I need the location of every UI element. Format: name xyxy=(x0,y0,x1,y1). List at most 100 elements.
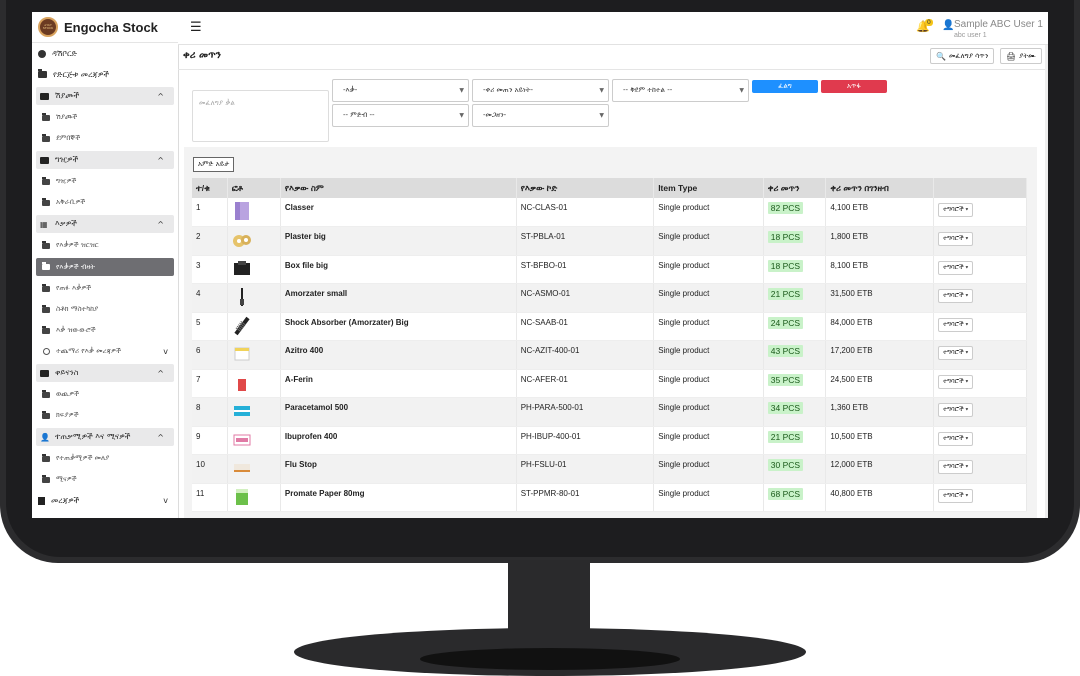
sidebar-item[interactable]: ስቶክ ማስተካከያ xyxy=(32,299,178,320)
sidebar-item[interactable]: ግዢዎች ^ xyxy=(36,151,174,169)
search-input[interactable]: መፈለግያ ቃል xyxy=(192,90,329,142)
actions-cell: ተግባሮች ▾ xyxy=(933,226,1028,256)
sidebar-item[interactable]: የእቃዎች ብዛት xyxy=(36,258,174,276)
column-header[interactable] xyxy=(933,178,1028,198)
actions-dropdown[interactable]: ተግባሮች ▾ xyxy=(937,232,974,246)
product-code: PH-IBUP-400-01 xyxy=(516,426,655,455)
sidebar-item[interactable]: የተጠቃሚዎች መለያ xyxy=(32,448,178,469)
user-icon[interactable]: 👤 xyxy=(942,20,954,31)
sidebar-item[interactable]: ክፍያዎች xyxy=(32,405,178,426)
table-row[interactable]: 8 Paracetamol 500 PH-PARA-500-01 Single pro… xyxy=(192,397,1028,427)
sidebar-item[interactable]: ተጨማሪ የእቃ መረጃዎች v xyxy=(32,341,178,362)
table-header: ተ/ቁ ፎቶ የእቃው ስም የእቃው ኮድ Item Type ቀሪ መጥን ቀሪ መጥን… xyxy=(192,178,1028,198)
table-row[interactable]: 7 A-Ferin NC-AFER-01 Single product 35 PCS 24… xyxy=(192,369,1028,398)
sidebar-item[interactable]: መረጃዎች v xyxy=(32,490,178,511)
actions-dropdown[interactable]: ተግባሮች ▾ xyxy=(937,289,974,303)
sidebar-item[interactable]: ቀይናንስ ^ xyxy=(36,364,174,382)
chevron-down-icon[interactable]: v xyxy=(163,347,168,356)
user-name[interactable]: Sample ABC User 1 xyxy=(954,19,1043,30)
stock-value: 24,500 ETB xyxy=(825,369,934,398)
table-row[interactable]: 11 Promate Paper 80mg ST-PPMR-80-01 Single … xyxy=(192,483,1028,512)
search-button[interactable]: ፈልግ xyxy=(752,80,818,93)
item-type: Single product xyxy=(653,397,764,427)
chevron-up-icon[interactable]: ^ xyxy=(157,156,164,165)
chevron-up-icon[interactable]: ^ xyxy=(157,92,164,101)
chevron-down-icon[interactable]: v xyxy=(163,496,168,505)
product-image xyxy=(232,373,276,393)
sort-select[interactable]: -- ቅደም ተከተል -- ▼ xyxy=(612,79,749,102)
actions-dropdown[interactable]: ተግባሮች ▾ xyxy=(937,317,974,332)
print-button[interactable]: 🖨 ያትሙ xyxy=(1000,48,1042,64)
brand[interactable]: እንጎቻ STOCK Engocha Stock xyxy=(32,12,178,43)
actions-dropdown[interactable]: ተግባሮች ▾ xyxy=(937,346,974,360)
column-header[interactable]: ቀሪ መጥን xyxy=(763,178,827,198)
sidebar-item[interactable]: ዳሽቦርድ xyxy=(32,43,178,64)
actions-cell: ተግባሮች ▾ xyxy=(933,340,1028,370)
category-select[interactable]: -- ምድብ -- ▼ xyxy=(332,104,469,127)
sidebar-item[interactable]: ግዢዎች xyxy=(32,171,178,192)
table-row[interactable]: 3 Box file big ST-BFBO-01 Single product 18 … xyxy=(192,255,1028,284)
scrollbar[interactable] xyxy=(1045,45,1048,518)
chevron-down-icon: ▼ xyxy=(459,87,464,94)
actions-dropdown[interactable]: ተግባሮች ▾ xyxy=(937,374,974,389)
warehouse-select[interactable]: -መጋዘን- ▼ xyxy=(472,104,609,127)
actions-label: ተግባሮች xyxy=(942,206,964,213)
sidebar-item[interactable]: ደምበኞች xyxy=(32,128,178,149)
actions-dropdown[interactable]: ተግባሮች ▾ xyxy=(937,203,974,217)
item-type: Single product xyxy=(653,426,764,455)
sidebar-item[interactable]: ሽያጮች ^ xyxy=(36,87,174,105)
actions-dropdown[interactable]: ተግባሮች ▾ xyxy=(937,488,974,503)
column-header[interactable]: Item Type xyxy=(653,178,764,198)
stock-type-select[interactable]: -ቀሪ መጠን አይነት- ▼ xyxy=(472,79,609,102)
sidebar-item[interactable]: የጠፉ እቃዎች xyxy=(32,278,178,299)
column-header[interactable]: ፎቶ xyxy=(227,178,281,198)
table-row[interactable]: 4 Amorzater small NC-ASMO-01 Single product… xyxy=(192,283,1028,313)
actions-dropdown[interactable]: ተግባሮች ▾ xyxy=(937,431,974,446)
search-icon: 🔍 xyxy=(936,51,946,61)
column-header[interactable]: ተ/ቁ xyxy=(192,178,228,198)
sidebar-item[interactable]: ሚናዎች xyxy=(32,469,178,490)
sidebar-item[interactable]: እቃ ዝውውሮች xyxy=(32,320,178,341)
chevron-up-icon[interactable]: ^ xyxy=(157,433,164,442)
item-type: Single product xyxy=(653,283,764,313)
page-title: ቀሪ መጥን xyxy=(183,50,221,61)
column-header[interactable]: ቀሪ መጥን በገንዘብ xyxy=(825,178,934,198)
sidebar-item[interactable]: የእቃዎች ዝርዝር xyxy=(32,235,178,256)
sidebar-item[interactable]: ወጪዎች xyxy=(32,384,178,405)
table-row[interactable]: 6 Azitro 400 NC-AZIT-400-01 Single product 4… xyxy=(192,340,1028,370)
column-header[interactable]: የእቃው ኮድ xyxy=(516,178,655,198)
sidebar-item[interactable]: 👤 ተጠቃሚዎች እና ሚናዎች ^ xyxy=(36,428,174,446)
sidebar-item[interactable]: አቅራቢዎች xyxy=(32,192,178,213)
column-visibility-button[interactable]: አምድ አይታ xyxy=(193,157,235,172)
product-name: Box file big xyxy=(280,255,517,284)
actions-dropdown[interactable]: ተግባሮች ▾ xyxy=(937,260,974,275)
clear-button[interactable]: አጥፋ xyxy=(821,80,887,93)
sidebar-item[interactable]: ▦ እቃዎች ^ xyxy=(36,215,174,233)
actions-cell: ተግባሮች ▾ xyxy=(933,369,1028,398)
caret-down-icon: ▾ xyxy=(965,206,969,213)
table-row[interactable]: 2 Plaster big ST-PBLA-01 Single product 18 P… xyxy=(192,226,1028,256)
table-row[interactable]: 9 Ibuprofen 400 PH-IBUP-400-01 Single produ… xyxy=(192,426,1028,455)
actions-dropdown[interactable]: ተግባሮች ▾ xyxy=(937,403,974,417)
sidebar-item[interactable]: የድርጅቱ መረጃዎች xyxy=(32,64,178,85)
product-code: NC-SAAB-01 xyxy=(516,312,655,341)
sidebar-item-label: የድርጅቱ መረጃዎች xyxy=(53,69,110,79)
item-select[interactable]: -እቃ- ▼ xyxy=(332,79,469,102)
user-icon: 👤 xyxy=(40,432,50,442)
stock-value: 8,100 ETB xyxy=(825,255,934,284)
chevron-up-icon[interactable]: ^ xyxy=(157,369,164,378)
actions-cell: ተግባሮች ▾ xyxy=(933,255,1028,284)
product-code: NC-CLAS-01 xyxy=(516,198,655,227)
chevron-up-icon[interactable]: ^ xyxy=(157,220,164,229)
qty-badge: 34 PCS xyxy=(767,402,804,414)
search-toggle-button[interactable]: 🔍 መፈለግያ ሳጥን xyxy=(930,48,995,64)
table-row[interactable]: 10 Flu Stop PH-FSLU-01 Single product 30 PCS… xyxy=(192,454,1028,484)
qty-cell: 30 PCS xyxy=(763,454,827,484)
table-row[interactable]: 1 Classer NC-CLAS-01 Single product 82 PCS 4,… xyxy=(192,198,1028,227)
actions-dropdown[interactable]: ተግባሮች ▾ xyxy=(937,460,974,474)
column-header[interactable]: የእቃው ስም xyxy=(280,178,517,198)
sidebar-item-label: ወጪዎች xyxy=(56,390,79,398)
table-row[interactable]: 5 Shock Absorber (Amorzater) Big NC-SAAB-0… xyxy=(192,312,1028,341)
menu-toggle-icon[interactable]: ☰ xyxy=(190,20,202,35)
sidebar-item[interactable]: ሽያጮች xyxy=(32,107,178,128)
